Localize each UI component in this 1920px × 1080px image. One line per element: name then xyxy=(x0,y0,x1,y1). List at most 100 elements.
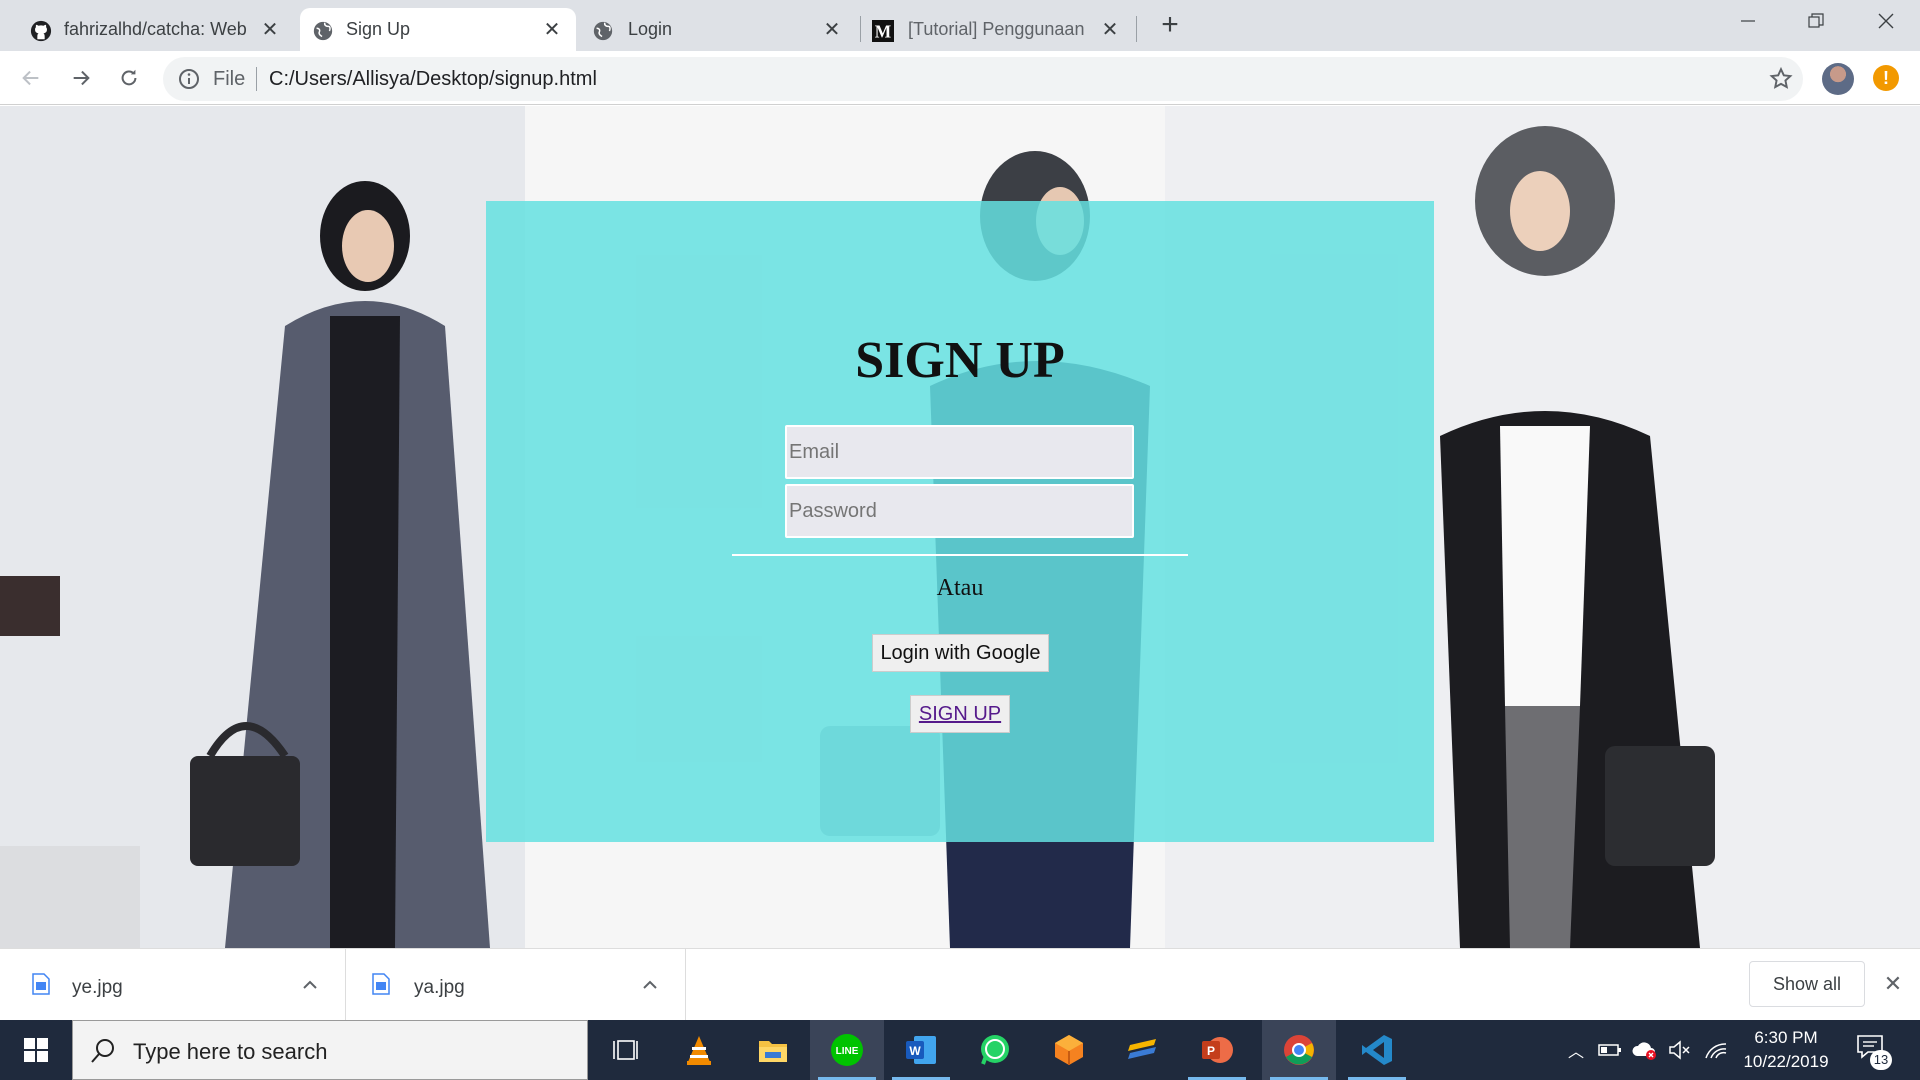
task-view-icon xyxy=(613,1040,638,1060)
tab-github[interactable]: fahrizalhd/catcha: Web ✕ xyxy=(0,8,290,51)
task-view-button[interactable] xyxy=(588,1020,662,1080)
tab-login[interactable]: Login ✕ xyxy=(578,8,854,51)
page-viewport: SIGN UP Atau Login with Google SIGN UP xyxy=(0,106,1920,948)
taskbar-word[interactable]: W xyxy=(884,1020,958,1080)
bookmark-star-icon[interactable] xyxy=(1768,66,1794,92)
clock-time: 6:30 PM xyxy=(1754,1028,1818,1047)
taskbar-sketchup[interactable] xyxy=(1032,1020,1106,1080)
battery-icon[interactable] xyxy=(1596,1036,1624,1064)
tab-medium[interactable]: M [Tutorial] Penggunaan ✕ xyxy=(862,8,1134,51)
back-arrow-icon xyxy=(22,70,39,86)
folder-icon xyxy=(759,1041,787,1062)
tab-sign-up[interactable]: Sign Up ✕ xyxy=(300,8,576,51)
new-tab-button[interactable]: + xyxy=(1156,10,1184,40)
search-placeholder: Type here to search xyxy=(133,1039,328,1064)
tab-label: fahrizalhd/catcha: Web xyxy=(64,19,247,39)
divider xyxy=(732,554,1188,556)
whatsapp-icon xyxy=(981,1035,1009,1065)
line-app-icon: LINE xyxy=(831,1034,863,1066)
system-clock[interactable]: 6:30 PM 10/22/2019 xyxy=(1736,1026,1836,1074)
minimize-icon xyxy=(1741,20,1755,22)
image-file-icon xyxy=(32,973,50,995)
vscode-icon xyxy=(1362,1035,1392,1065)
image-file-icon xyxy=(372,973,390,995)
taskbar-chrome[interactable] xyxy=(1262,1020,1336,1080)
browser-toolbar: File C:/Users/Allisya/Desktop/signup.htm… xyxy=(0,51,1920,105)
back-button[interactable] xyxy=(12,59,50,97)
action-center-button[interactable]: 13 xyxy=(1856,1034,1892,1070)
taskbar-file-explorer[interactable] xyxy=(736,1020,810,1080)
windows-taskbar: Type here to search LINE W P ︿ 6:30 PM 1… xyxy=(0,1020,1920,1080)
download-item[interactable]: ya.jpg xyxy=(346,949,686,1021)
forward-button[interactable] xyxy=(62,59,100,97)
page-title: SIGN UP xyxy=(855,332,1065,389)
password-field[interactable] xyxy=(785,484,1134,538)
cloud-icon xyxy=(1632,1042,1656,1060)
minimize-button[interactable] xyxy=(1720,0,1776,42)
speaker-icon xyxy=(1669,1040,1690,1060)
globe-icon xyxy=(313,21,333,41)
battery-shape-icon xyxy=(1598,1044,1621,1056)
volume-muted-icon[interactable] xyxy=(1666,1036,1694,1064)
close-window-button[interactable] xyxy=(1858,0,1914,42)
start-button[interactable] xyxy=(0,1020,72,1080)
taskbar-vlc[interactable] xyxy=(662,1020,736,1080)
restore-button[interactable] xyxy=(1788,0,1844,42)
download-item[interactable]: ye.jpg xyxy=(0,949,346,1021)
taskbar-powerpoint[interactable]: P xyxy=(1180,1020,1254,1080)
download-filename: ye.jpg xyxy=(72,977,123,998)
globe-icon xyxy=(593,21,613,41)
email-field[interactable] xyxy=(785,425,1134,479)
browser-tab-strip: fahrizalhd/catcha: Web ✕ Sign Up ✕ Login… xyxy=(0,0,1920,51)
taskbar-app[interactable] xyxy=(1106,1020,1180,1080)
tab-separator xyxy=(860,16,861,42)
tab-label: Login xyxy=(628,19,673,39)
svg-text:M: M xyxy=(875,21,891,41)
chrome-icon xyxy=(1284,1035,1314,1065)
address-bar[interactable]: File C:/Users/Allisya/Desktop/signup.htm… xyxy=(163,57,1803,101)
onedrive-error-icon[interactable] xyxy=(1630,1036,1658,1064)
tab-label: [Tutorial] Penggunaan xyxy=(908,19,1085,39)
downloads-bar: ye.jpg ya.jpg Show all ✕ xyxy=(0,948,1920,1021)
svg-text:P: P xyxy=(1207,1044,1215,1058)
taskbar-whatsapp[interactable] xyxy=(958,1020,1032,1080)
show-all-button[interactable]: Show all xyxy=(1749,961,1865,1007)
search-icon xyxy=(91,1039,114,1063)
github-icon xyxy=(30,20,52,42)
close-downloads-bar-icon[interactable]: ✕ xyxy=(1880,971,1906,997)
url-separator xyxy=(256,67,257,91)
wifi-icon[interactable] xyxy=(1702,1036,1730,1064)
close-tab-icon[interactable]: ✕ xyxy=(540,18,564,42)
powerpoint-icon: P xyxy=(1202,1037,1233,1063)
close-tab-icon[interactable]: ✕ xyxy=(820,18,844,42)
profile-avatar[interactable] xyxy=(1822,63,1854,95)
download-filename: ya.jpg xyxy=(414,977,465,998)
close-icon xyxy=(1878,13,1894,29)
taskbar-vscode[interactable] xyxy=(1340,1020,1414,1080)
close-tab-icon[interactable]: ✕ xyxy=(258,18,282,42)
taskbar-line[interactable]: LINE xyxy=(810,1020,884,1080)
reload-button[interactable] xyxy=(110,59,148,97)
login-with-google-button[interactable]: Login with Google xyxy=(872,634,1049,672)
signup-card: SIGN UP Atau Login with Google SIGN UP xyxy=(486,201,1434,842)
chevron-up-icon[interactable] xyxy=(300,975,320,995)
vlc-icon xyxy=(687,1036,711,1065)
tab-label: Sign Up xyxy=(346,19,411,39)
forward-arrow-icon xyxy=(73,70,90,86)
close-tab-icon[interactable]: ✕ xyxy=(1098,18,1122,42)
info-icon[interactable] xyxy=(177,67,201,91)
signup-link[interactable]: SIGN UP xyxy=(910,695,1010,733)
show-hidden-icons-chevron-icon[interactable]: ︿ xyxy=(1562,1036,1590,1064)
url-scheme-label: File xyxy=(213,68,246,90)
url-text[interactable]: C:/Users/Allisya/Desktop/signup.html xyxy=(269,68,597,91)
chevron-up-icon[interactable] xyxy=(640,975,660,995)
word-icon: W xyxy=(906,1036,936,1064)
taskbar-search-box[interactable]: Type here to search xyxy=(72,1020,588,1080)
windows-logo-icon xyxy=(24,1038,48,1062)
cube-app-icon xyxy=(1055,1035,1083,1065)
or-separator-text: Atau xyxy=(936,575,984,601)
svg-text:W: W xyxy=(909,1044,921,1058)
clock-date: 10/22/2019 xyxy=(1743,1052,1829,1071)
update-alert-icon[interactable]: ! xyxy=(1873,65,1899,91)
notification-count-badge: 13 xyxy=(1870,1050,1892,1070)
